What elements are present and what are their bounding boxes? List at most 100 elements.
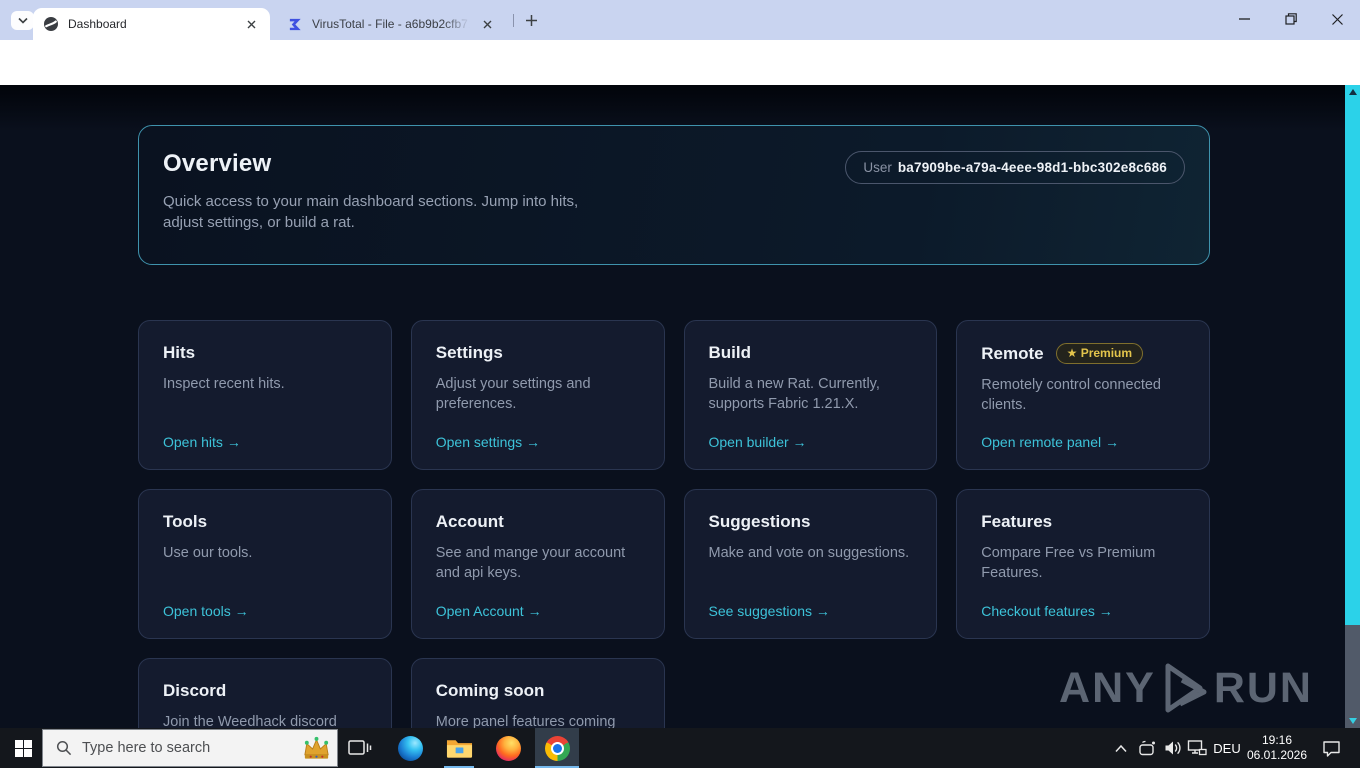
close-tab-icon[interactable] — [243, 16, 260, 33]
card-description: Make and vote on suggestions. — [708, 545, 910, 561]
user-id-badge: User ba7909be-a79a-4eee-98d1-bbc302e8c68… — [845, 151, 1185, 184]
task-view-icon — [348, 738, 372, 758]
windows-taskbar: DEU 19:16 06.01.2026 — [0, 728, 1360, 768]
new-tab-button[interactable] — [521, 10, 542, 31]
notification-icon — [1322, 740, 1341, 757]
tab-divider — [513, 14, 514, 27]
network-icon — [1187, 739, 1207, 757]
window-restore-button[interactable] — [1268, 0, 1314, 38]
scrollbar-down-arrow-icon[interactable] — [1348, 718, 1357, 724]
crown-icon — [301, 735, 332, 762]
page-subtitle: Quick access to your main dashboard sect… — [163, 193, 579, 231]
page-viewport: Overview Quick access to your main dashb… — [0, 85, 1360, 728]
watermark-text-any: ANY — [1059, 663, 1156, 712]
card-title: Remote ★ Premium — [981, 343, 1185, 364]
card-description: Adjust your settings and preferences. — [435, 376, 591, 412]
globe-favicon-icon — [43, 16, 59, 32]
card-description: Compare Free vs Premium Features. — [981, 545, 1156, 581]
card-account: Account See and mange your account and a… — [410, 489, 665, 639]
card-title: Hits — [163, 343, 196, 362]
card-suggestions: Suggestions Make and vote on suggestions… — [683, 489, 938, 639]
card-tools: Tools Use our tools. Open tools → — [138, 489, 392, 639]
card-settings: Settings Adjust your settings and prefer… — [410, 320, 665, 470]
chrome-icon — [544, 735, 570, 761]
card-description: Inspect recent hits. — [163, 376, 285, 392]
open-settings-link[interactable]: Open settings → — [436, 434, 540, 450]
browser-tabstrip: Dashboard VirusTotal - File - a6b9b2cfb7… — [0, 0, 1360, 40]
chevron-down-icon — [17, 17, 28, 24]
open-builder-link[interactable]: Open builder → — [709, 434, 807, 450]
card-build: Build Build a new Rat. Currently, suppor… — [683, 320, 938, 470]
language-indicator[interactable]: DEU — [1209, 728, 1245, 768]
open-tools-link[interactable]: Open tools → — [163, 603, 249, 619]
page-scrollbar[interactable] — [1345, 85, 1360, 728]
search-icon — [56, 740, 72, 756]
open-hits-link[interactable]: Open hits → — [163, 434, 241, 450]
taskbar-edge-button[interactable] — [388, 728, 432, 768]
plus-icon — [525, 14, 538, 27]
tab-dashboard[interactable]: Dashboard — [33, 8, 270, 40]
card-features: Features Compare Free vs Premium Feature… — [956, 489, 1210, 639]
card-description: Join the Weedhack discord — [163, 714, 337, 728]
taskbar-firefox-button[interactable] — [486, 728, 530, 768]
card-description: Remotely control connected clients. — [981, 377, 1161, 413]
windows-logo-icon — [14, 739, 32, 757]
scrollbar-up-arrow-icon[interactable] — [1348, 89, 1357, 95]
card-title: Build — [708, 343, 752, 362]
card-hits: Hits Inspect recent hits. Open hits → — [138, 320, 392, 470]
tab-title: Dashboard — [68, 17, 127, 31]
card-description: More panel features coming — [435, 714, 616, 728]
card-title: Suggestions — [708, 512, 811, 531]
card-title: Tools — [163, 512, 208, 531]
task-view-button[interactable] — [338, 728, 382, 768]
tray-app-icon — [1138, 740, 1156, 757]
window-minimize-button[interactable] — [1221, 0, 1267, 38]
browser-toolbar: weedhack.cy/dashboard/overview — [0, 40, 1360, 119]
file-explorer-icon — [446, 737, 473, 759]
open-account-link[interactable]: Open Account → — [436, 603, 542, 619]
scrollbar-thumb[interactable] — [1345, 85, 1360, 625]
user-label: User — [863, 160, 892, 175]
taskbar-chrome-button[interactable] — [535, 728, 579, 768]
edge-icon — [397, 735, 423, 761]
taskbar-clock[interactable]: 19:16 06.01.2026 — [1243, 728, 1311, 768]
action-center-button[interactable] — [1309, 728, 1353, 768]
overview-card: Overview Quick access to your main dashb… — [138, 125, 1210, 265]
start-button[interactable] — [0, 728, 46, 768]
tab-virustotal[interactable]: VirusTotal - File - a6b9b2cfb719 — [278, 8, 506, 40]
virustotal-favicon-icon — [288, 17, 303, 32]
tab-title: VirusTotal - File - a6b9b2cfb719 — [312, 17, 473, 31]
card-description: Use our tools. — [163, 545, 253, 561]
watermark-text-run: RUN — [1213, 663, 1313, 712]
firefox-icon — [495, 735, 521, 761]
card-title: Coming soon — [435, 681, 545, 700]
card-title: Settings — [435, 343, 503, 362]
chevron-up-icon — [1114, 744, 1128, 753]
card-title: Account — [435, 512, 504, 531]
checkout-features-link[interactable]: Checkout features → — [981, 603, 1113, 619]
anyrun-watermark: ANY RUN — [1059, 662, 1313, 714]
dashboard-grid: Hits Inspect recent hits. Open hits → Se… — [138, 320, 1210, 728]
search-input[interactable] — [82, 740, 252, 756]
minimize-icon — [1238, 18, 1250, 20]
card-coming-soon: Coming soon More panel features coming — [410, 658, 665, 728]
card-description: See and mange your account and api keys. — [435, 545, 626, 581]
card-title: Discord — [163, 681, 227, 700]
taskbar-search[interactable] — [42, 729, 338, 767]
user-id-value: ba7909be-a79a-4eee-98d1-bbc302e8c686 — [897, 160, 1167, 175]
clock-date: 06.01.2026 — [1246, 748, 1308, 762]
anyrun-logo-icon — [1156, 662, 1214, 714]
open-remote-panel-link[interactable]: Open remote panel → — [981, 434, 1119, 450]
close-icon — [1331, 13, 1343, 25]
taskbar-explorer-button[interactable] — [437, 728, 481, 768]
card-title: Features — [981, 512, 1053, 531]
card-discord: Discord Join the Weedhack discord — [138, 658, 392, 728]
window-close-button[interactable] — [1314, 0, 1360, 38]
restore-icon — [1285, 13, 1297, 25]
card-title-text: Remote — [981, 343, 1044, 363]
close-tab-icon[interactable] — [479, 16, 496, 33]
see-suggestions-link[interactable]: See suggestions → — [709, 603, 830, 619]
card-description: Build a new Rat. Currently, supports Fab… — [708, 376, 880, 412]
tab-search-button[interactable] — [11, 11, 34, 30]
card-remote: Remote ★ Premium Remotely control connec… — [956, 320, 1210, 470]
